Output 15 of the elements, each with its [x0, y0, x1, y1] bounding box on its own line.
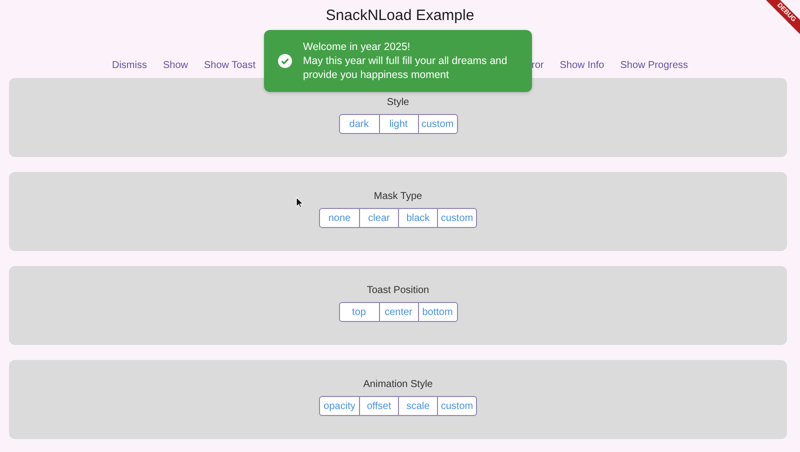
app-title: SnackNLoad Example: [326, 6, 474, 26]
action-button[interactable]: Show: [154, 55, 196, 75]
section-title: Toast Position: [366, 285, 430, 296]
section-title: Mask Type: [374, 191, 422, 202]
toast-title: Welcome in year 2025!: [303, 40, 412, 54]
action-button[interactable]: Dismiss: [104, 55, 155, 75]
action-button[interactable]: Show Info: [552, 55, 612, 75]
toast-message: May this year will full fill your all dreams and provide you happiness moment: [303, 54, 508, 82]
action-button[interactable]: Show Toast: [196, 55, 264, 75]
check-circle-icon: [278, 54, 292, 68]
section-title: Style: [386, 97, 410, 108]
section-title: Animation Style: [363, 379, 433, 390]
mouse-pointer-icon: [296, 197, 303, 208]
action-button[interactable]: Show Progress: [612, 55, 696, 75]
action-button[interactable]: ror: [524, 55, 552, 75]
